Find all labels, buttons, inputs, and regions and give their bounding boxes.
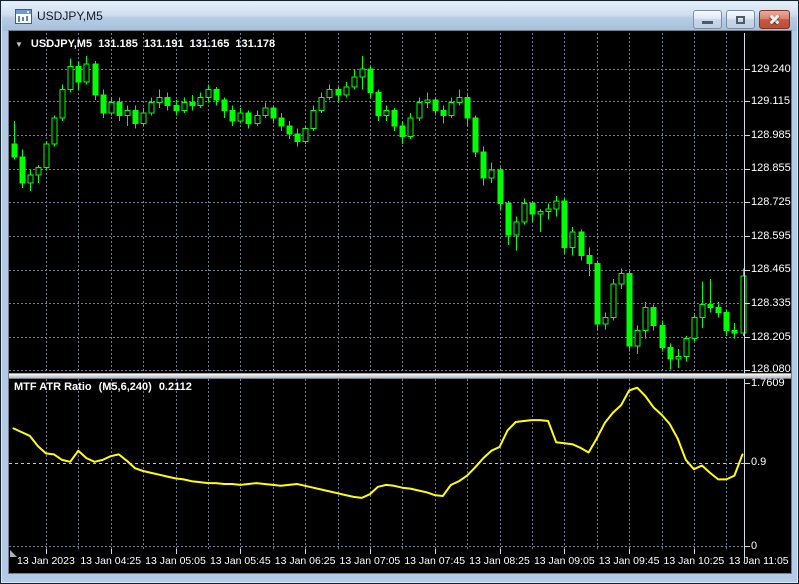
price-axis-label: 128.855 [751,162,791,175]
price-axis-label: 129.115 [751,94,790,107]
candles-layer [11,56,747,370]
indicator-label: MTF ATR Ratio (M5,6,240) 0.2112 [14,381,192,393]
chart-window: USDJPY,M5 ▼ USDJPY,M5 131.185 131.191 13… [0,0,799,584]
indicator-line [12,386,744,499]
chart-area[interactable]: ▼ USDJPY,M5 131.185 131.191 131.165 131.… [8,30,792,574]
indicator-axis-label: 0.9 [751,456,767,469]
restore-icon [736,15,745,24]
price-axis-label: 128.595 [751,229,791,242]
title-bar[interactable]: USDJPY,M5 [2,2,797,31]
window-buttons [693,10,790,29]
close-button[interactable] [759,10,790,29]
indicator-axis-label: 0 [751,539,758,552]
price-axis-label: 128.465 [751,263,791,276]
window-title: USDJPY,M5 [37,9,103,23]
symbol-dropdown-icon[interactable]: ▼ [15,40,23,49]
panel-separator[interactable] [9,373,791,379]
price-axis-label: 128.080 [751,363,791,375]
indicator-name: MTF ATR Ratio [14,381,92,393]
minimize-button[interactable] [693,10,722,29]
symbol-label: USDJPY,M5 [30,38,93,50]
minimize-icon [702,21,713,24]
indicator-params: (M5,6,240) [98,381,152,393]
price-low: 131.165 [189,38,230,50]
price-close: 131.178 [235,38,276,50]
close-icon [768,14,781,25]
indicator-value: 0.2112 [158,381,192,393]
price-axis-label: 128.725 [751,195,791,208]
price-axis-label: 129.240 [751,62,791,75]
price-axis-label: 128.335 [751,296,791,309]
time-axis-label: 13 Jan 11:05 [728,555,789,567]
price-high: 131.191 [143,38,184,50]
price-axis-label: 128.205 [751,330,791,343]
chart-canvas [9,33,750,562]
price-axis-label: 128.985 [751,128,791,141]
indicator-axis-label: 1.7609 [751,376,785,389]
price-open: 131.185 [98,38,138,50]
restore-button[interactable] [726,10,755,29]
chart-info-bar: ▼ USDJPY,M5 131.185 131.191 131.165 131.… [15,38,275,50]
chart-window-icon [15,9,32,24]
